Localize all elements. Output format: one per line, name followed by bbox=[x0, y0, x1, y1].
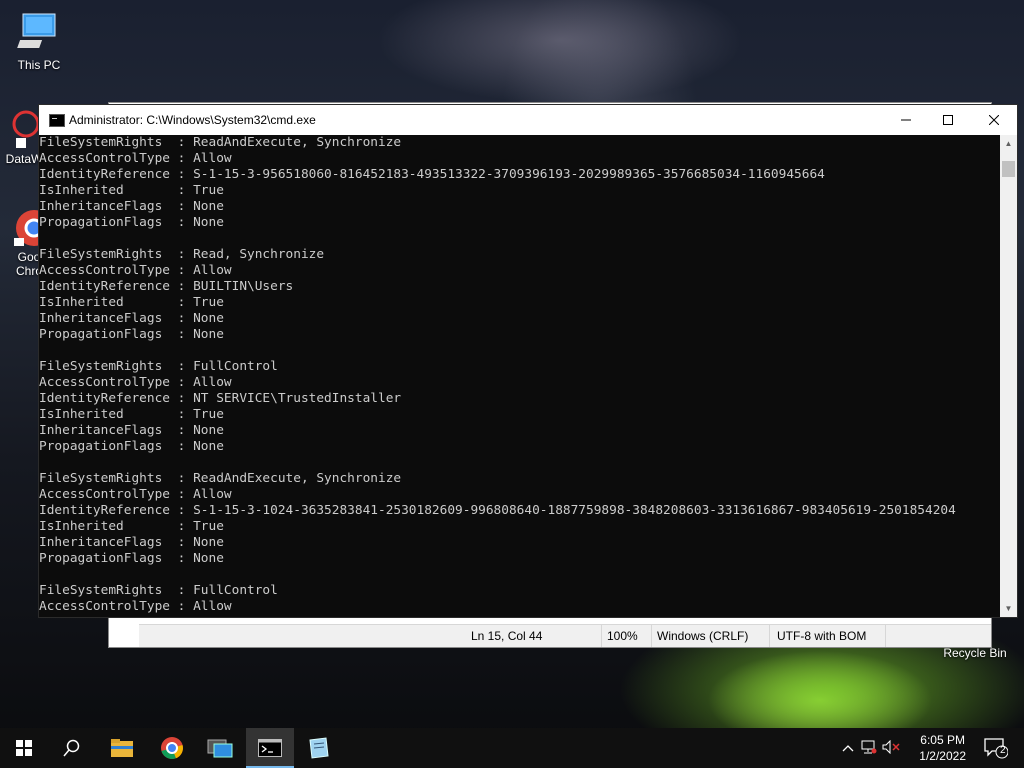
console-line: IsInherited : True bbox=[39, 295, 224, 310]
console-line: IdentityReference : NT SERVICE\TrustedIn… bbox=[39, 391, 402, 406]
console-line: InheritanceFlags : None bbox=[39, 423, 224, 438]
console-line: IsInherited : True bbox=[39, 519, 224, 534]
console-line: FileSystemRights : FullControl bbox=[39, 583, 278, 598]
status-line-ending: Windows (CRLF) bbox=[657, 629, 749, 643]
desktop-icon-label: DataW bbox=[5, 152, 43, 166]
clock-time: 6:05 PM bbox=[920, 733, 965, 747]
console-line: AccessControlType : Allow bbox=[39, 263, 232, 278]
cmd-window[interactable]: Administrator: C:\Windows\System32\cmd.e… bbox=[38, 104, 1018, 618]
console-line: InheritanceFlags : None bbox=[39, 311, 224, 326]
console-output[interactable]: FileSystemRights : ReadAndExecute, Synch… bbox=[39, 135, 999, 617]
console-line: FileSystemRights : FullControl bbox=[39, 359, 278, 374]
notepad-icon bbox=[309, 737, 329, 759]
taskbar-notepad[interactable] bbox=[294, 728, 342, 768]
console-line: InheritanceFlags : None bbox=[39, 199, 224, 214]
scroll-up-arrow-icon[interactable]: ▲ bbox=[1000, 135, 1017, 152]
status-cursor-position: Ln 15, Col 44 bbox=[471, 629, 543, 643]
cmd-title-bar[interactable]: Administrator: C:\Windows\System32\cmd.e… bbox=[39, 105, 1017, 135]
console-line: FileSystemRights : Read, Synchronize bbox=[39, 247, 325, 262]
taskbar-clock[interactable]: 6:05 PM 1/2/2022 bbox=[919, 732, 966, 764]
console-line: FileSystemRights : ReadAndExecute, Synch… bbox=[39, 135, 402, 150]
console-line: IdentityReference : S-1-15-3-1024-363528… bbox=[39, 503, 956, 518]
system-tray bbox=[838, 728, 902, 768]
dataw-app-icon bbox=[12, 110, 38, 148]
console-line: IdentityReference : BUILTIN\Users bbox=[39, 279, 294, 294]
console-line: AccessControlType : Allow bbox=[39, 375, 232, 390]
vertical-scrollbar[interactable]: ▲ ▼ bbox=[1000, 135, 1017, 617]
window-title: Administrator: C:\Windows\System32\cmd.e… bbox=[69, 113, 316, 127]
speaker-muted-icon[interactable] bbox=[880, 739, 902, 757]
scroll-down-arrow-icon[interactable]: ▼ bbox=[1000, 600, 1017, 617]
console-line: PropagationFlags : None bbox=[39, 327, 224, 342]
console-line: PropagationFlags : None bbox=[39, 439, 224, 454]
desktop-icon-label: Recycle Bin bbox=[943, 646, 1007, 660]
search-button[interactable] bbox=[48, 728, 96, 768]
terminal-icon bbox=[258, 739, 282, 757]
start-button[interactable] bbox=[0, 728, 48, 768]
chevron-up-icon[interactable] bbox=[838, 741, 858, 755]
console-line: IsInherited : True bbox=[39, 183, 224, 198]
console-line: PropagationFlags : None bbox=[39, 215, 224, 230]
taskbar-cmd[interactable] bbox=[246, 728, 294, 768]
taskbar-chrome[interactable] bbox=[148, 728, 196, 768]
taskbar-file-explorer[interactable] bbox=[98, 728, 146, 768]
network-icon[interactable] bbox=[858, 740, 880, 757]
close-button[interactable] bbox=[971, 105, 1017, 135]
close-icon bbox=[989, 115, 999, 125]
status-zoom: 100% bbox=[607, 629, 638, 643]
scrollbar-thumb[interactable] bbox=[1002, 161, 1015, 177]
minimize-button[interactable] bbox=[883, 105, 929, 135]
console-line: InheritanceFlags : None bbox=[39, 535, 224, 550]
status-encoding: UTF-8 with BOM bbox=[777, 629, 867, 643]
windows-logo-icon bbox=[16, 740, 32, 756]
computer-icon bbox=[17, 13, 56, 48]
console-line: AccessControlType : Allow bbox=[39, 599, 232, 614]
notification-count-badge: 2 bbox=[1000, 745, 1006, 756]
desktop-icon-dataw[interactable]: DataW bbox=[0, 108, 43, 166]
windows-stack-icon bbox=[207, 739, 233, 758]
desktop-icon-chrome[interactable]: Goo Chro bbox=[0, 206, 42, 278]
search-icon bbox=[63, 739, 80, 757]
desktop-icon-label: This PC bbox=[17, 58, 61, 72]
notepad-status-bar: Ln 15, Col 44 100% Windows (CRLF) UTF-8 … bbox=[139, 624, 991, 647]
console-line: IdentityReference : S-1-15-3-956518060-8… bbox=[39, 167, 825, 182]
taskbar-task-view[interactable] bbox=[196, 728, 244, 768]
taskbar: 6:05 PM 1/2/2022 2 bbox=[0, 728, 1024, 768]
chrome-icon bbox=[14, 210, 40, 246]
console-line: FileSystemRights : ReadAndExecute, Synch… bbox=[39, 471, 402, 486]
desktop-icon-this-pc[interactable]: This PC bbox=[10, 10, 68, 72]
console-line: AccessControlType : Allow bbox=[39, 151, 232, 166]
maximize-icon bbox=[943, 115, 953, 125]
chrome-icon bbox=[161, 737, 183, 760]
clock-date: 1/2/2022 bbox=[919, 749, 966, 763]
folder-icon bbox=[111, 739, 133, 757]
action-center-button[interactable]: 2 bbox=[976, 728, 1016, 768]
console-line: AccessControlType : Allow bbox=[39, 487, 232, 502]
console-line: PropagationFlags : None bbox=[39, 551, 224, 566]
maximize-button[interactable] bbox=[925, 105, 971, 135]
minimize-icon bbox=[901, 119, 911, 121]
cmd-icon bbox=[49, 114, 65, 127]
console-line: IsInherited : True bbox=[39, 407, 224, 422]
